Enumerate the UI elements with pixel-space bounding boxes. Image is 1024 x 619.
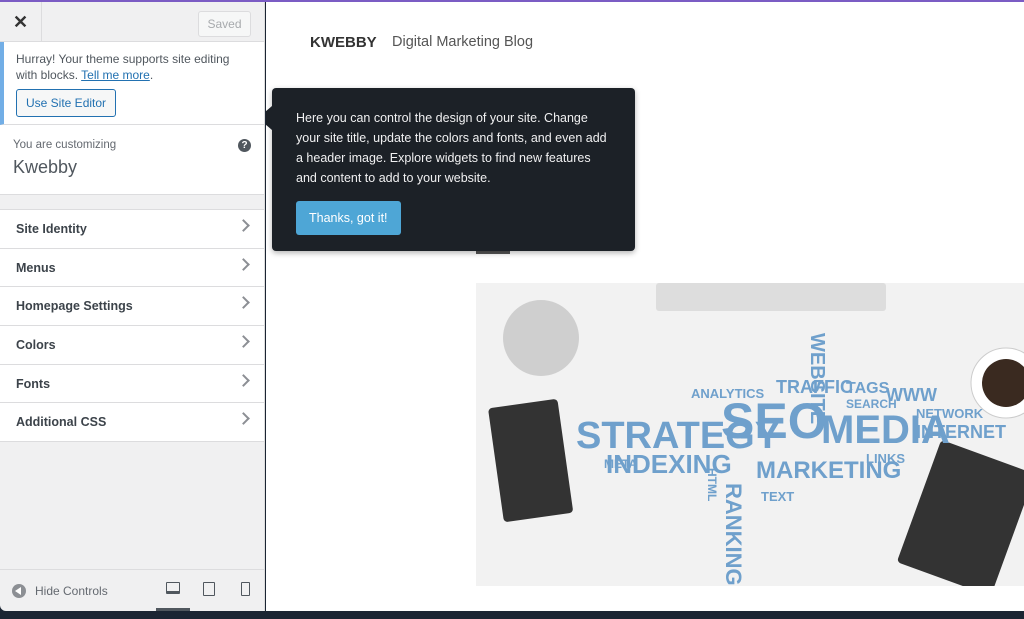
tablet-preview-icon[interactable]	[203, 582, 215, 596]
chevron-right-icon	[237, 373, 250, 387]
saved-button[interactable]: Saved	[198, 11, 251, 37]
chevron-right-icon	[237, 296, 250, 310]
word-cloud-word: NETWORK	[916, 406, 984, 421]
customizer-menu: Site Identity Menus Homepage Settings Co…	[0, 209, 264, 443]
collapse-icon[interactable]	[12, 583, 26, 598]
site-title[interactable]: KWEBBY	[310, 34, 377, 51]
word-cloud-word: TAGS	[846, 380, 890, 397]
site-preview: KWEBBY Digital Marketing Blog STRATEGY SE…	[266, 2, 1024, 611]
word-cloud-word: META	[604, 457, 637, 471]
mobile-preview-icon[interactable]	[241, 582, 250, 596]
menu-item-fonts[interactable]: Fonts	[0, 364, 264, 404]
word-cloud-word: ANALYTICS	[691, 386, 765, 401]
pen-cup	[503, 300, 579, 376]
thanks-got-it-button[interactable]: Thanks, got it!	[296, 201, 401, 235]
notebook	[488, 399, 573, 522]
sidebar-header: ✕ Saved	[0, 2, 264, 42]
active-device-indicator	[156, 608, 190, 611]
hide-controls-button[interactable]: Hide Controls	[35, 584, 108, 598]
use-site-editor-button[interactable]: Use Site Editor	[16, 89, 117, 117]
customizing-info: You are customizing Kwebby ?	[0, 125, 264, 195]
site-tagline: Digital Marketing Blog	[392, 34, 534, 50]
sidebar-footer: Hide Controls	[0, 569, 265, 611]
word-cloud-word: INTERNET	[916, 422, 1006, 442]
site-name: Kwebby	[13, 157, 78, 177]
word-cloud-word: WWW	[886, 385, 937, 405]
word-cloud-word: RANKING	[721, 483, 746, 586]
word-cloud-word: TEXT	[761, 489, 794, 504]
chevron-right-icon	[237, 257, 250, 271]
customizer-tooltip: Here you can control the design of your …	[266, 88, 635, 251]
site-editor-notice: Hurray! Your theme supports site editing…	[0, 42, 264, 125]
chevron-right-icon	[237, 335, 250, 348]
word-cloud-word: HTML	[705, 468, 719, 501]
menu-item-homepage-settings[interactable]: Homepage Settings	[0, 287, 264, 327]
customizer-sidebar: ✕ Saved Hurray! Your theme supports site…	[0, 2, 265, 611]
menu-item-additional-css[interactable]: Additional CSS	[0, 403, 264, 443]
word-cloud-word: LINKS	[866, 451, 905, 466]
keyboard	[656, 283, 886, 311]
menu-item-menus[interactable]: Menus	[0, 248, 264, 288]
close-button[interactable]: ✕	[0, 2, 42, 42]
hero-image: STRATEGY SEO MEDIA INDEXING MARKETING RANKING…	[476, 283, 1024, 596]
menu-item-colors[interactable]: Colors	[0, 326, 264, 365]
tell-me-more-link[interactable]: Tell me more	[81, 68, 150, 82]
chevron-right-icon	[237, 219, 250, 232]
menu-item-site-identity[interactable]: Site Identity	[0, 210, 264, 249]
chevron-right-icon	[237, 412, 250, 426]
close-icon: ✕	[12, 11, 29, 32]
notebook	[897, 440, 1024, 596]
word-cloud-word: TRAFFIC	[776, 377, 853, 397]
seo-word-cloud-image: STRATEGYSEOMEDIAINDEXING MARKETINGRANKING…	[488, 283, 1024, 596]
question-icon[interactable]: ?	[238, 139, 251, 152]
desktop-preview-icon[interactable]	[166, 582, 180, 594]
